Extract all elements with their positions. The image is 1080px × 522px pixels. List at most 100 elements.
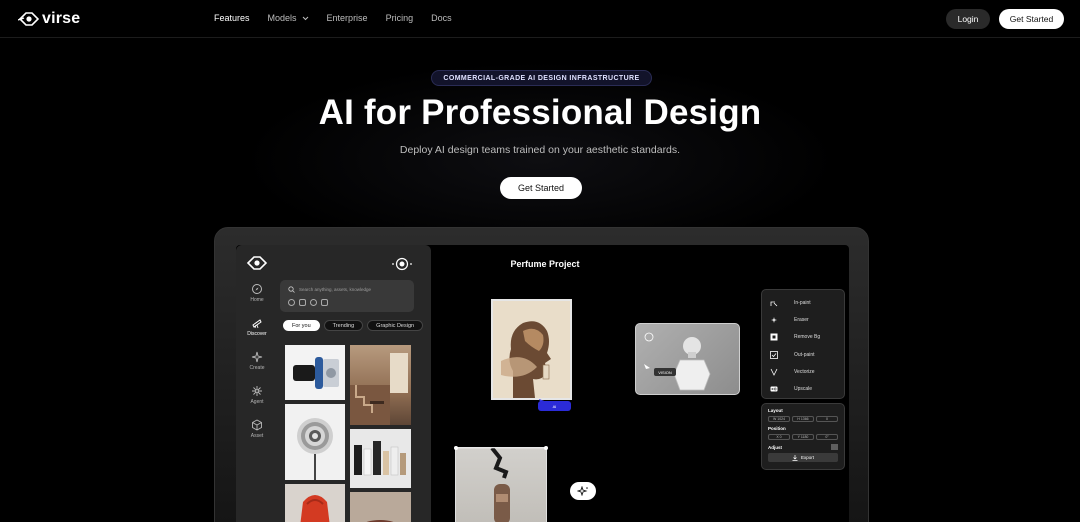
side-nav-agent-label: Agent xyxy=(250,399,264,405)
nav-models-label: Models xyxy=(267,13,297,23)
target-icon[interactable] xyxy=(391,256,413,272)
tool-outpaint-label: Out-paint xyxy=(794,351,815,358)
nav-pricing-label: Pricing xyxy=(385,13,414,23)
adjust-row: Adjust xyxy=(768,444,838,450)
search-tool-icons xyxy=(288,299,328,306)
vectorize-icon xyxy=(770,368,778,376)
app-side-nav: Home Discover Create Agent Asset xyxy=(244,283,270,453)
download-icon xyxy=(792,454,798,461)
perfume-bottle-image xyxy=(644,332,711,391)
tool-remove-bg-label: Remove Bg xyxy=(794,334,821,341)
nav-docs-label: Docs xyxy=(431,13,452,23)
side-nav-asset[interactable]: Asset xyxy=(244,419,270,439)
gallery-item-cosmetics[interactable] xyxy=(350,429,411,488)
nav-enterprise[interactable]: Enterprise xyxy=(327,13,368,23)
chevron-down-icon xyxy=(302,16,308,20)
chip-for-you[interactable]: For you xyxy=(283,320,320,331)
product-mockup-screen: Home Discover Create Agent Asset Search … xyxy=(236,245,849,522)
nav-models[interactable]: Models xyxy=(268,13,309,23)
sparkle-icon xyxy=(251,351,263,363)
red-object-image xyxy=(300,495,330,522)
product-bottle-image xyxy=(490,446,510,522)
gallery-item-red-object[interactable] xyxy=(285,484,345,522)
side-nav-asset-label: Asset xyxy=(250,433,264,439)
tool-inpaint-label: In-paint xyxy=(794,299,811,306)
abstract-image xyxy=(366,520,394,522)
hero-get-started-button[interactable]: Get Started xyxy=(500,177,582,199)
nav-links: Features Models Enterprise Pricing Docs xyxy=(214,13,470,23)
canvas-title: Perfume Project xyxy=(510,259,580,269)
magic-action-bubble[interactable] xyxy=(570,482,596,500)
tool-remove-bg[interactable]: Remove Bg xyxy=(770,329,836,346)
layers-icon[interactable] xyxy=(321,299,328,306)
sliders-icon[interactable] xyxy=(831,444,838,450)
tool-upscale[interactable]: Upscale xyxy=(770,380,836,397)
layout-label: Layout xyxy=(768,408,783,413)
tool-vectorize[interactable]: Vectorize xyxy=(770,363,836,380)
export-button[interactable]: Export xyxy=(768,453,838,462)
cube-icon xyxy=(252,419,262,431)
tool-outpaint[interactable]: Out-paint xyxy=(770,346,836,363)
remove-bg-icon xyxy=(770,333,778,341)
tool-inpaint[interactable]: In-paint xyxy=(770,294,836,311)
tools-panel: In-paint Eraser Remove Bg Out-paint Vect… xyxy=(761,289,845,399)
canvas-portrait-image[interactable] xyxy=(491,299,572,400)
canvas-bottom-image[interactable] xyxy=(455,446,547,522)
cursor-tag: AI xyxy=(538,401,571,411)
portrait-image xyxy=(493,301,570,398)
nav-pricing[interactable]: Pricing xyxy=(386,13,414,23)
side-nav-discover-label: Discover xyxy=(247,331,267,337)
layout-fields: W 1024 H 1366 0 xyxy=(768,416,838,422)
side-nav-create[interactable]: Create xyxy=(244,351,270,371)
globe-icon[interactable] xyxy=(288,299,295,306)
app-search-box[interactable]: Search anything, assets, knowledge xyxy=(280,280,414,312)
nav-get-started-button[interactable]: Get Started xyxy=(999,9,1064,29)
nav-features-label: Features xyxy=(214,13,250,23)
position-label: Position xyxy=(768,426,786,431)
side-nav-home[interactable]: Home xyxy=(244,283,270,303)
rotation-field[interactable]: 0° xyxy=(816,434,838,440)
telescope-icon xyxy=(252,319,262,329)
outpaint-icon xyxy=(770,350,778,359)
side-nav-create-label: Create xyxy=(249,365,265,371)
properties-panel: Layout W 1024 H 1366 0 Position X 0 Y 11… xyxy=(761,403,845,470)
selection-handles xyxy=(454,446,548,450)
gallery-item-flower[interactable] xyxy=(285,404,345,480)
brand-name: virse xyxy=(42,10,81,27)
agent-icon xyxy=(252,386,262,396)
hero-title: AI for Professional Design xyxy=(318,93,762,132)
brand-logo[interactable]: virse xyxy=(18,10,80,28)
tool-eraser-label: Eraser xyxy=(794,316,809,323)
gallery-item-bottom-right[interactable] xyxy=(350,492,411,522)
watch-image xyxy=(293,357,339,389)
hero-badge: COMMERCIAL-GRADE AI DESIGN INFRASTRUCTUR… xyxy=(431,70,652,86)
position-fields: X 0 Y 1180 0° xyxy=(768,434,838,440)
chip-graphic-design[interactable]: Graphic Design xyxy=(367,320,424,331)
position-x-field[interactable]: X 0 xyxy=(768,434,790,440)
login-button[interactable]: Login xyxy=(946,9,990,29)
adjust-label: Adjust xyxy=(768,444,782,450)
tool-vectorize-label: Vectorize xyxy=(794,368,815,375)
nav-docs[interactable]: Docs xyxy=(431,13,452,23)
tool-eraser[interactable]: Eraser xyxy=(770,311,836,328)
image-icon[interactable] xyxy=(299,299,306,306)
position-y-field[interactable]: Y 1180 xyxy=(792,434,814,440)
palette-icon[interactable] xyxy=(310,299,317,306)
magic-wand-icon xyxy=(577,486,588,496)
search-row: Search anything, assets, knowledge xyxy=(288,286,371,293)
side-nav-home-label: Home xyxy=(250,297,264,303)
search-icon xyxy=(288,286,295,293)
chip-trending[interactable]: Trending xyxy=(323,320,364,331)
nav-features[interactable]: Features xyxy=(214,13,250,23)
top-nav: virse Features Models Enterprise Pricing… xyxy=(0,0,1080,38)
layout-width-field[interactable]: W 1024 xyxy=(768,416,790,422)
layout-extra-field[interactable]: 0 xyxy=(816,416,838,422)
side-nav-agent[interactable]: Agent xyxy=(244,385,270,405)
canvas-perfume-image[interactable]: VISION xyxy=(635,323,740,395)
export-label: Export xyxy=(800,455,814,460)
gallery-item-watch[interactable] xyxy=(285,345,345,400)
gallery-item-interior[interactable] xyxy=(350,345,411,425)
layout-height-field[interactable]: H 1366 xyxy=(792,416,814,422)
tool-upscale-label: Upscale xyxy=(794,386,813,393)
side-nav-discover[interactable]: Discover xyxy=(244,317,270,337)
